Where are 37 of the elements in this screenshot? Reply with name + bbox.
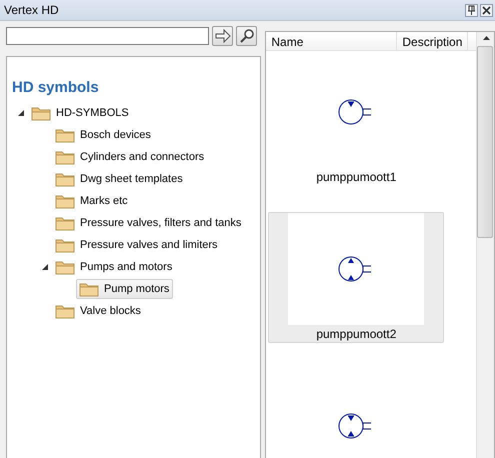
symbol-label: pumppumoott1: [316, 170, 396, 184]
open-folder-icon: [55, 259, 75, 275]
window-title: Vertex HD: [4, 3, 60, 17]
symbol-item[interactable]: pumppumoott1: [268, 55, 444, 186]
expand-arrow-icon[interactable]: [41, 263, 49, 271]
symbol-item[interactable]: pumppumoott2: [268, 212, 444, 343]
column-header[interactable]: Name: [266, 32, 398, 50]
tree-item[interactable]: Dwg sheet templates: [52, 169, 187, 189]
open-folder-icon: [31, 105, 51, 121]
folder-icon: [55, 215, 75, 231]
search-button[interactable]: [236, 26, 257, 46]
scroll-up-icon[interactable]: [483, 36, 490, 40]
close-button[interactable]: [480, 4, 493, 16]
tree-item[interactable]: Cylinders and connectors: [52, 147, 208, 167]
folder-icon: [79, 281, 99, 297]
tree-heading: HD symbols: [12, 79, 99, 96]
column-header[interactable]: Description: [397, 32, 468, 50]
tree-item[interactable]: Pressure valves, filters and tanks: [52, 213, 246, 233]
tree-item[interactable]: HD-SYMBOLS: [28, 103, 133, 123]
symbol-label: pumppumoott2: [316, 327, 396, 341]
scrollbar[interactable]: [476, 32, 494, 458]
go-button[interactable]: [212, 26, 233, 46]
tree-item[interactable]: Pressure valves and limiters: [52, 235, 222, 255]
tree-item[interactable]: Marks etc: [52, 191, 132, 211]
tree-item[interactable]: Bosch devices: [52, 125, 155, 145]
folder-icon: [55, 237, 75, 253]
expand-arrow-icon[interactable]: [17, 109, 25, 117]
search-field[interactable]: [6, 27, 209, 45]
pin-icon[interactable]: [465, 4, 478, 16]
folder-icon: [55, 193, 75, 209]
tree-item[interactable]: Pump motors: [76, 279, 174, 299]
folder-icon: [55, 149, 75, 165]
folder-icon: [55, 303, 75, 319]
folder-icon: [55, 171, 75, 187]
tree-item[interactable]: Pumps and motors: [52, 257, 176, 277]
folder-icon: [55, 127, 75, 143]
tree-item[interactable]: Valve blocks: [52, 301, 145, 321]
